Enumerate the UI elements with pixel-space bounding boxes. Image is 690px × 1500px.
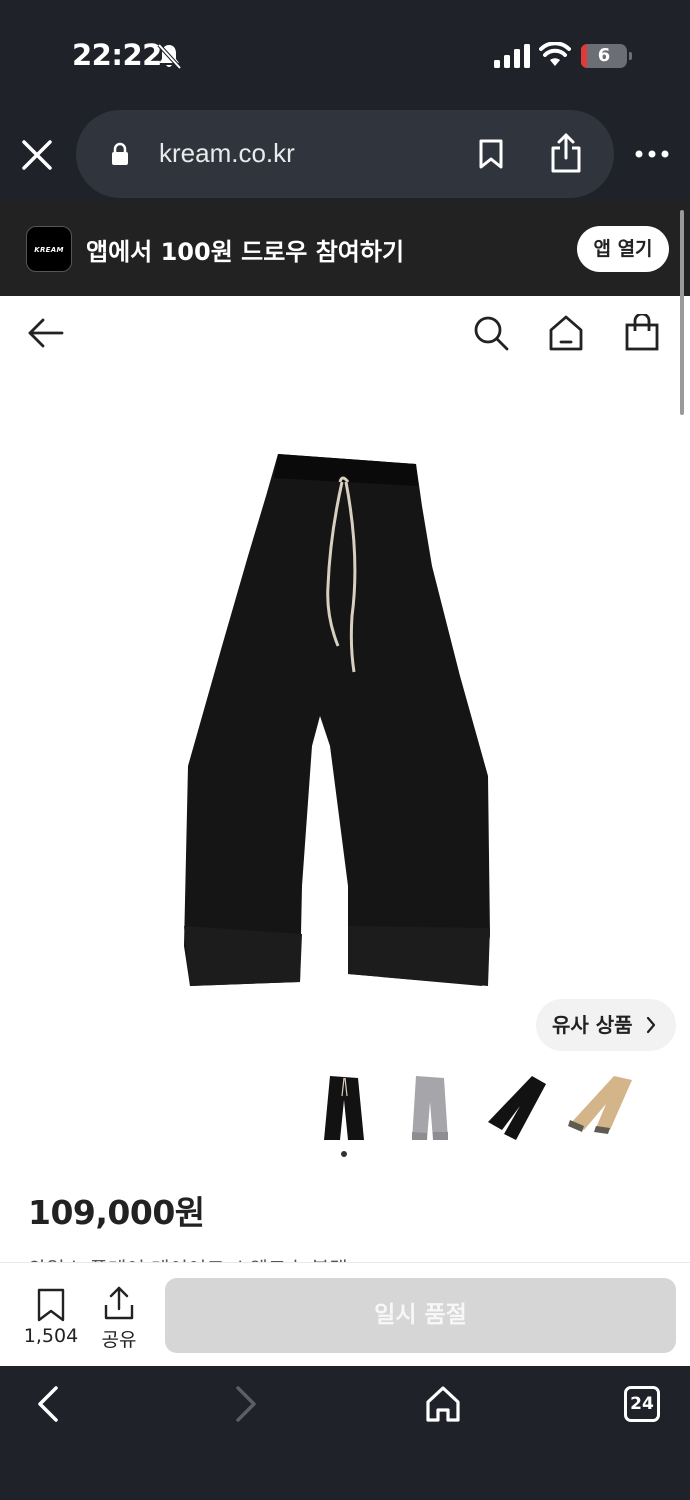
thumbnail-grey-pants[interactable] — [390, 1070, 470, 1148]
share-label[interactable]: 공유 — [98, 1325, 140, 1352]
selected-thumbnail-indicator — [341, 1151, 347, 1157]
chevron-right-icon — [646, 1016, 656, 1034]
similar-products-label: 유사 상품 — [552, 1013, 633, 1037]
thumbnail-beige-pants[interactable] — [562, 1070, 642, 1148]
product-name: 와일스 플레어 레이어드 스웨트츠 블랙 — [28, 1249, 668, 1263]
bell-off-icon — [157, 43, 182, 70]
bookmark-icon[interactable] — [478, 138, 504, 170]
signal-icon — [494, 44, 530, 68]
wifi-icon — [539, 42, 571, 66]
url-field[interactable] — [76, 110, 614, 198]
browser-bottom-toolbar: 24 — [0, 1366, 690, 1500]
similar-products-button[interactable]: 유사 상품 — [536, 999, 676, 1051]
shopping-bag-icon[interactable] — [624, 314, 660, 352]
product-price: 109,000원 — [28, 1193, 205, 1232]
product-image-black-pants[interactable] — [170, 446, 510, 996]
browser-tabs-button[interactable]: 24 — [624, 1386, 660, 1422]
lock-icon — [112, 142, 128, 165]
share-icon[interactable] — [548, 132, 584, 174]
search-icon[interactable] — [472, 314, 510, 352]
browser-home-icon[interactable] — [424, 1384, 462, 1424]
browser-forward-icon[interactable] — [232, 1384, 260, 1424]
close-icon[interactable] — [20, 138, 54, 172]
app-promo-banner: KREAM 앱에서 100원 드로우 참여하기 앱 열기 — [0, 202, 690, 296]
wish-count[interactable]: 1,504 — [22, 1325, 80, 1347]
more-icon[interactable] — [634, 148, 670, 160]
kream-logo: KREAM — [26, 226, 72, 272]
open-app-button[interactable]: 앱 열기 — [577, 226, 669, 272]
bookmark-wish-icon[interactable] — [36, 1287, 66, 1323]
thumbnail-black-pants-flat[interactable] — [476, 1070, 556, 1148]
thumbnail-black-pants[interactable] — [304, 1070, 384, 1148]
home-icon[interactable] — [548, 314, 584, 352]
status-time: 22:22 — [72, 38, 162, 72]
share-icon[interactable] — [102, 1285, 136, 1321]
promo-text: 앱에서 100원 드로우 참여하기 — [86, 238, 405, 266]
back-arrow-icon[interactable] — [26, 316, 66, 350]
url-text[interactable]: kream.co.kr — [159, 138, 295, 169]
browser-address-bar: kream.co.kr — [0, 110, 690, 202]
scroll-indicator[interactable] — [680, 210, 684, 415]
product-action-bar: 1,504 공유 일시 품절 — [0, 1262, 690, 1366]
status-bar: 22:22 6 — [0, 0, 690, 110]
battery-indicator: 6 — [581, 44, 632, 68]
sold-out-button[interactable]: 일시 품절 — [165, 1278, 676, 1353]
browser-back-icon[interactable] — [34, 1384, 62, 1424]
